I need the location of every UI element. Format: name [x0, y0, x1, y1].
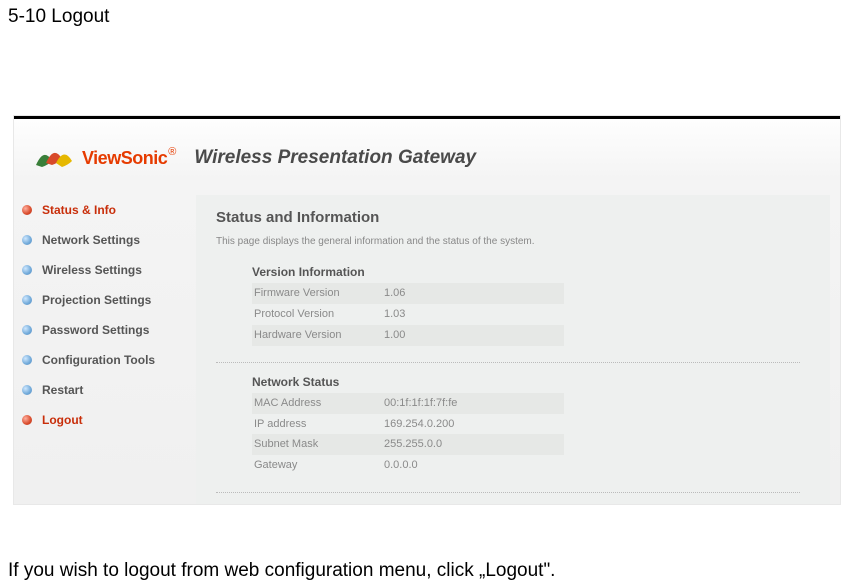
nav-restart[interactable]: Restart	[22, 375, 196, 405]
main-panel: Status and Information This page display…	[196, 195, 830, 504]
bullet-icon	[22, 325, 32, 335]
nav-configuration-tools[interactable]: Configuration Tools	[22, 345, 196, 375]
nav-password-settings[interactable]: Password Settings	[22, 315, 196, 345]
config-screenshot: ViewSonic® Wireless Presentation Gateway…	[14, 116, 840, 504]
row-key: Protocol Version	[252, 304, 378, 325]
doc-section-heading: 5-10 Logout	[0, 0, 854, 28]
nav-projection-settings[interactable]: Projection Settings	[22, 285, 196, 315]
sidebar-nav: Status & Info Network Settings Wireless …	[14, 195, 196, 504]
bullet-icon	[22, 385, 32, 395]
row-value: 0.0.0.0	[378, 455, 558, 476]
bullet-icon	[22, 295, 32, 305]
bullet-icon	[22, 265, 32, 275]
wireless-section: Wireless Status	[252, 492, 830, 504]
bullet-icon	[22, 355, 32, 365]
version-section: Version Information Firmware Version 1.0…	[252, 265, 830, 346]
row-key: Firmware Version	[252, 283, 378, 304]
table-row: Firmware Version 1.06	[252, 283, 564, 304]
row-key: Gateway	[252, 455, 378, 476]
page-description: This page displays the general informati…	[216, 236, 830, 247]
page-title: Status and Information	[216, 209, 830, 226]
section-title: Version Information	[252, 265, 830, 279]
section-title: Network Status	[252, 375, 830, 389]
nav-label: Wireless Settings	[42, 263, 142, 277]
row-value: 1.00	[378, 325, 558, 346]
nav-label: Configuration Tools	[42, 353, 155, 367]
nav-label: Projection Settings	[42, 293, 151, 307]
bullet-icon	[22, 235, 32, 245]
brand-registered-icon: ®	[168, 146, 176, 158]
row-key: IP address	[252, 414, 378, 435]
bullet-icon	[22, 205, 32, 215]
brand-header: ViewSonic® Wireless Presentation Gateway	[14, 119, 840, 173]
table-row: Protocol Version 1.03	[252, 304, 564, 325]
table-row: Subnet Mask 255.255.0.0	[252, 434, 564, 455]
table-row: IP address 169.254.0.200	[252, 414, 564, 435]
row-key: MAC Address	[252, 393, 378, 414]
table-row: Gateway 0.0.0.0	[252, 455, 564, 476]
row-value: 169.254.0.200	[378, 414, 558, 435]
row-value: 1.03	[378, 304, 558, 325]
doc-footer-text: If you wish to logout from web configura…	[0, 504, 854, 582]
nav-wireless-settings[interactable]: Wireless Settings	[22, 255, 196, 285]
row-key: Subnet Mask	[252, 434, 378, 455]
network-section: Network Status MAC Address 00:1f:1f:1f:7…	[252, 362, 830, 477]
row-value: 1.06	[378, 283, 558, 304]
nav-status-info[interactable]: Status & Info	[22, 195, 196, 225]
divider	[216, 362, 800, 363]
row-value: 255.255.0.0	[378, 434, 558, 455]
nav-label: Restart	[42, 383, 83, 397]
nav-label: Status & Info	[42, 203, 116, 217]
app-title: Wireless Presentation Gateway	[194, 147, 476, 169]
divider	[216, 492, 800, 493]
nav-label: Password Settings	[42, 323, 149, 337]
brand-name: ViewSonic	[82, 148, 167, 169]
table-row: MAC Address 00:1f:1f:1f:7f:fe	[252, 393, 564, 414]
table-row: Hardware Version 1.00	[252, 325, 564, 346]
row-value: 00:1f:1f:1f:7f:fe	[378, 393, 558, 414]
bullet-icon	[22, 415, 32, 425]
nav-logout[interactable]: Logout	[22, 405, 196, 435]
row-key: Hardware Version	[252, 325, 378, 346]
viewsonic-birds-icon	[34, 143, 76, 173]
nav-network-settings[interactable]: Network Settings	[22, 225, 196, 255]
nav-label: Logout	[42, 413, 83, 427]
nav-label: Network Settings	[42, 233, 140, 247]
